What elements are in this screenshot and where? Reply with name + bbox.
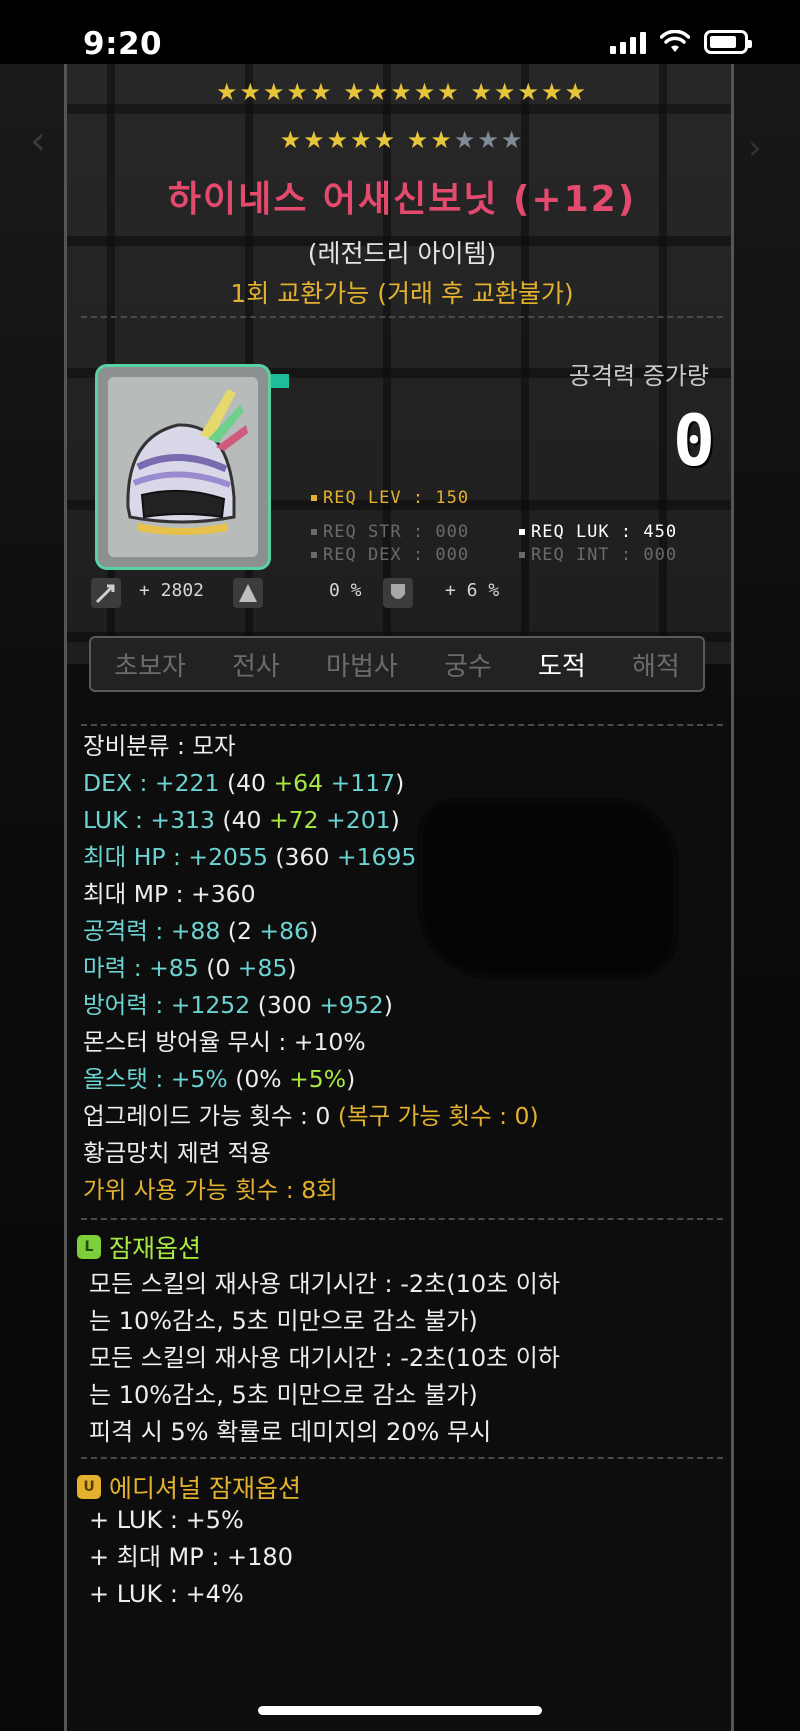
additional-potential-line: + LUK : +4% xyxy=(89,1580,244,1608)
additional-potential-lines: + LUK : +5% + 최대 MP : +180 + LUK : +4% xyxy=(89,1502,729,1613)
stat-dex: DEX : +221 (40 +64 +117) xyxy=(83,769,405,797)
potential-line: 는 10%감소, 5초 미만으로 감소 불가) xyxy=(89,1307,478,1335)
equip-category: 장비분류 : 모자 xyxy=(83,732,236,760)
shield-icon xyxy=(383,578,413,608)
trade-info: 1회 교환가능 (거래 후 교환불가) xyxy=(230,279,574,308)
potential-line: 는 10%감소, 5초 미만으로 감소 불가) xyxy=(89,1381,478,1409)
req-luk: REQ LUK : 450 xyxy=(519,522,677,542)
item-icon-frame xyxy=(95,364,271,570)
cellular-signal-icon xyxy=(610,30,646,54)
home-indicator[interactable] xyxy=(258,1706,542,1715)
class-archer: 궁수 xyxy=(443,651,492,682)
stat-all-stat: 올스탯 : +5% (0% +5%) xyxy=(83,1065,356,1093)
divider xyxy=(81,1457,723,1459)
item-grade: (레전드리 아이템) xyxy=(307,239,497,268)
golden-hammer: 황금망치 제련 적용 xyxy=(83,1139,271,1167)
potential-line: 피격 시 5% 확률로 데미지의 20% 무시 xyxy=(89,1418,492,1446)
legendary-potential-icon: L xyxy=(77,1235,101,1259)
divider xyxy=(81,316,723,318)
class-pirate: 해적 xyxy=(632,651,680,682)
attack-increase-value: 0 xyxy=(672,400,715,482)
status-icons xyxy=(610,30,752,54)
potential-line: 모든 스킬의 재사용 대기시간 : -2초(10초 이하 xyxy=(89,1270,560,1298)
stat-c-value: + 6 % xyxy=(445,580,500,601)
req-level: REQ LEV : 150 xyxy=(311,488,469,508)
class-warrior: 전사 xyxy=(232,651,280,682)
clock: 9:20 xyxy=(83,26,163,62)
helmet-icon xyxy=(126,389,248,535)
potential-lines: 모든 스킬의 재사용 대기시간 : -2초(10초 이하 는 10%감소, 5초… xyxy=(89,1266,729,1451)
scissors-count: 가위 사용 가능 횟수 : 8회 xyxy=(83,1176,338,1204)
class-beginner: 초보자 xyxy=(114,651,186,682)
potential-header: L 잠재옵션 xyxy=(77,1229,201,1265)
class-requirement-bar: 초보자 전사 마법사 궁수 도적 해적 xyxy=(89,636,705,692)
attack-increase-label: 공격력 증가량 xyxy=(568,362,709,390)
star-force-row-2: ★★★★★ ★★★★★ xyxy=(279,126,525,154)
star-force-row-1: ★★★★★ ★★★★★ ★★★★★ xyxy=(216,78,588,106)
status-bar: 9:20 xyxy=(0,0,800,64)
divider xyxy=(81,1218,723,1220)
req-str: REQ STR : 000 xyxy=(311,522,469,542)
boss-icon xyxy=(233,578,263,608)
req-dex: REQ DEX : 000 xyxy=(311,545,469,565)
divider xyxy=(81,724,723,726)
background-left xyxy=(0,64,64,1731)
background-right xyxy=(734,64,800,1731)
additional-potential-line: + LUK : +5% xyxy=(89,1506,244,1534)
req-int: REQ INT : 000 xyxy=(519,545,677,565)
item-tag xyxy=(271,374,289,388)
unique-potential-icon: U xyxy=(77,1475,101,1499)
class-magician: 마법사 xyxy=(326,651,398,682)
stat-a-value: + 2802 xyxy=(139,580,205,601)
additional-potential-line: + 최대 MP : +180 xyxy=(89,1543,293,1571)
stat-ignore-defense: 몬스터 방어율 무시 : +10% xyxy=(83,1028,366,1056)
item-tooltip: ★★★★★ ★★★★★ ★★★★★ ★★★★★ ★★★★★ 하이네스 어새신보닛… xyxy=(64,64,734,1731)
additional-potential-header: U 에디셔널 잠재옵션 xyxy=(77,1469,301,1505)
item-name: 하이네스 어새신보닛 (+12) xyxy=(167,179,637,220)
upgrade-slots: 업그레이드 가능 횟수 : 0 (복구 가능 횟수 : 0) xyxy=(83,1102,539,1130)
stat-b-value: 0 % xyxy=(329,580,362,601)
class-thief: 도적 xyxy=(537,651,586,682)
attack-type-icon xyxy=(91,578,121,608)
chevron-left-icon[interactable]: ‹ xyxy=(30,118,46,164)
chevron-right-icon[interactable]: › xyxy=(748,128,762,168)
wifi-icon xyxy=(660,30,690,52)
redaction-scribble xyxy=(423,804,673,974)
battery-icon xyxy=(704,30,752,54)
potential-line: 모든 스킬의 재사용 대기시간 : -2초(10초 이하 xyxy=(89,1344,560,1372)
stat-defense: 방어력 : +1252 (300 +952) xyxy=(83,991,393,1019)
